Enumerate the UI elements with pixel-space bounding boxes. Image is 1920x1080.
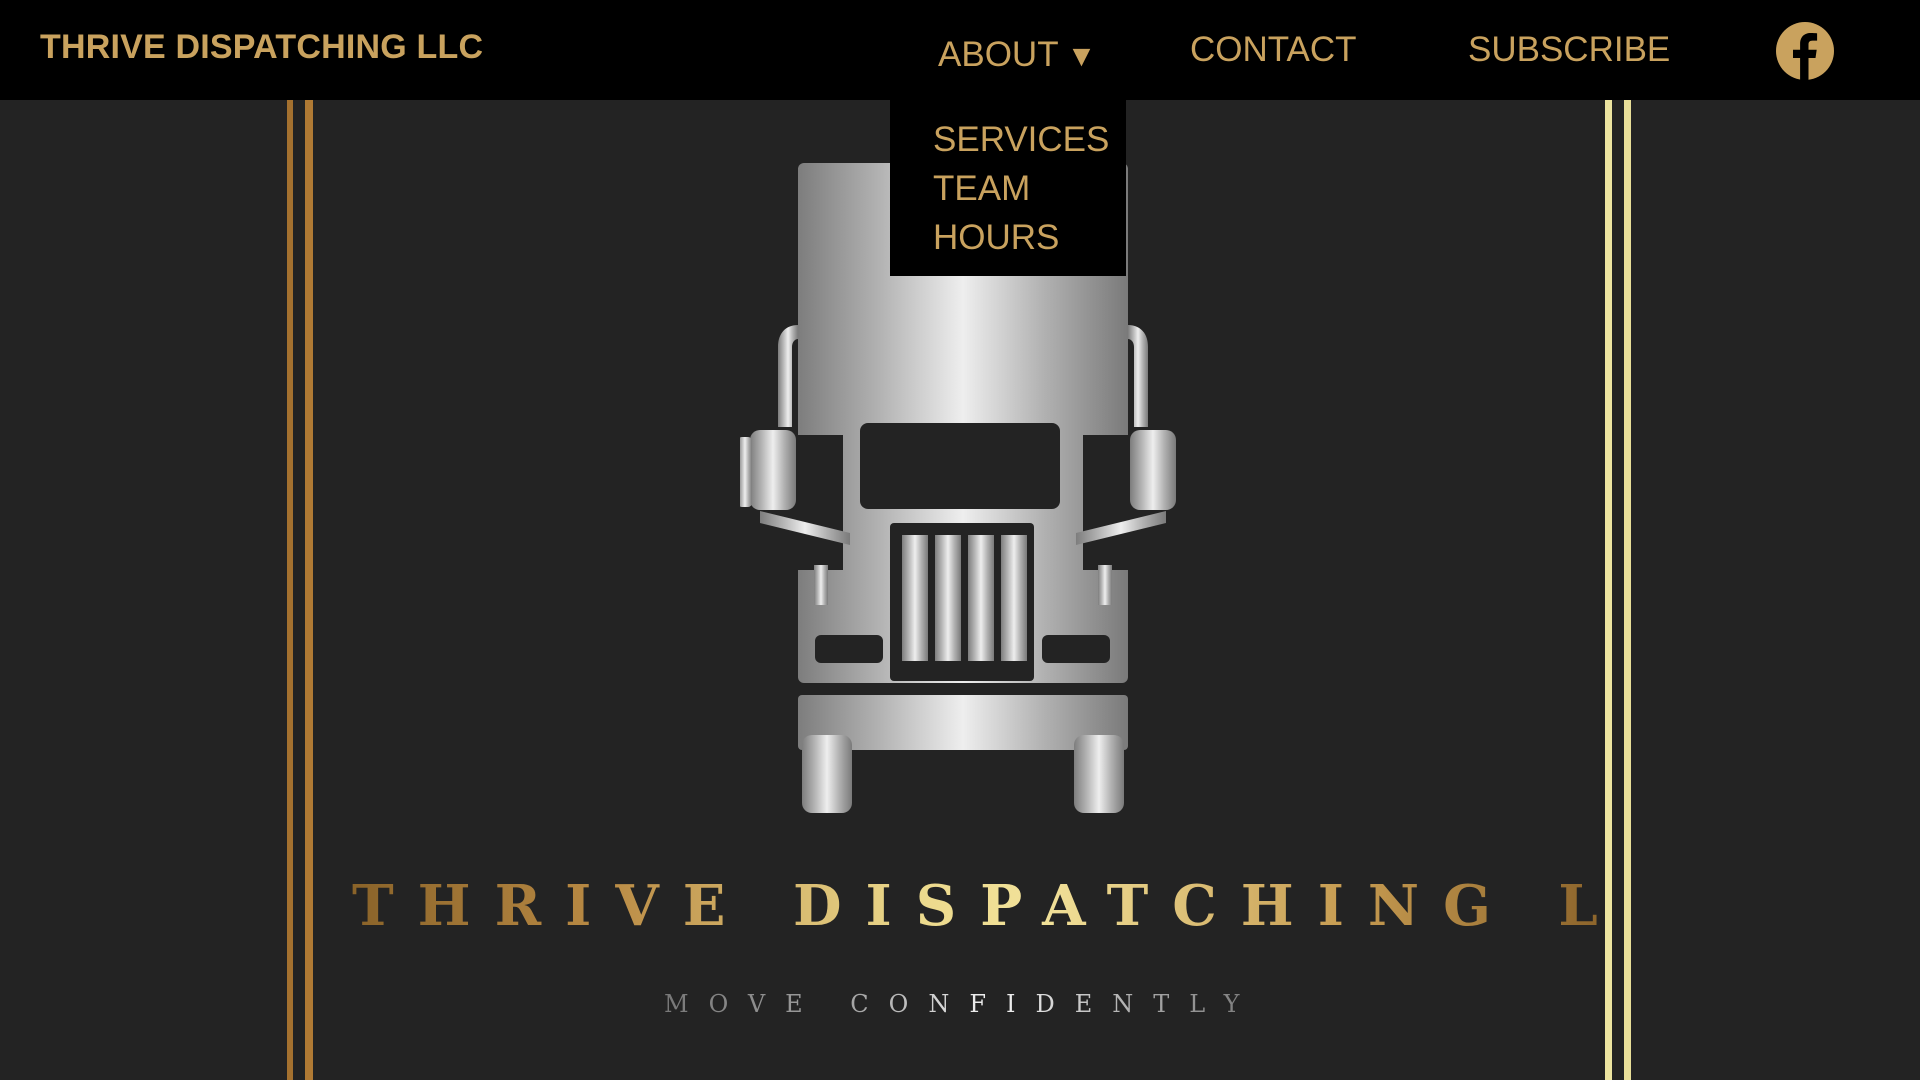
nav-about-menu[interactable]: ABOUT ▼ [938, 35, 1096, 75]
dropdown-item-team[interactable]: TEAM [933, 169, 1030, 209]
nav-about-label: ABOUT [938, 35, 1059, 74]
nav-subscribe-link[interactable]: SUBSCRIBE [1468, 30, 1670, 70]
top-navbar: THRIVE DISPATCHING LLC ABOUT ▼ CONTACT SU… [0, 0, 1920, 100]
about-dropdown-menu: SERVICES TEAM HOURS [890, 100, 1126, 276]
dropdown-caret-icon: ▼ [1066, 40, 1097, 73]
left-gold-stripe-inner [305, 100, 313, 1080]
brand-link[interactable]: THRIVE DISPATCHING LLC [40, 28, 483, 67]
dropdown-item-hours[interactable]: HOURS [933, 218, 1059, 258]
facebook-icon[interactable] [1776, 22, 1834, 80]
dropdown-item-services[interactable]: SERVICES [933, 120, 1109, 160]
hero-tagline: MOVE CONFIDENTLY [664, 990, 1260, 1018]
hero-title: THRIVE DISPATCHING LLC [352, 873, 1754, 939]
left-gold-stripe-outer [287, 100, 293, 1080]
nav-contact-link[interactable]: CONTACT [1190, 30, 1357, 70]
